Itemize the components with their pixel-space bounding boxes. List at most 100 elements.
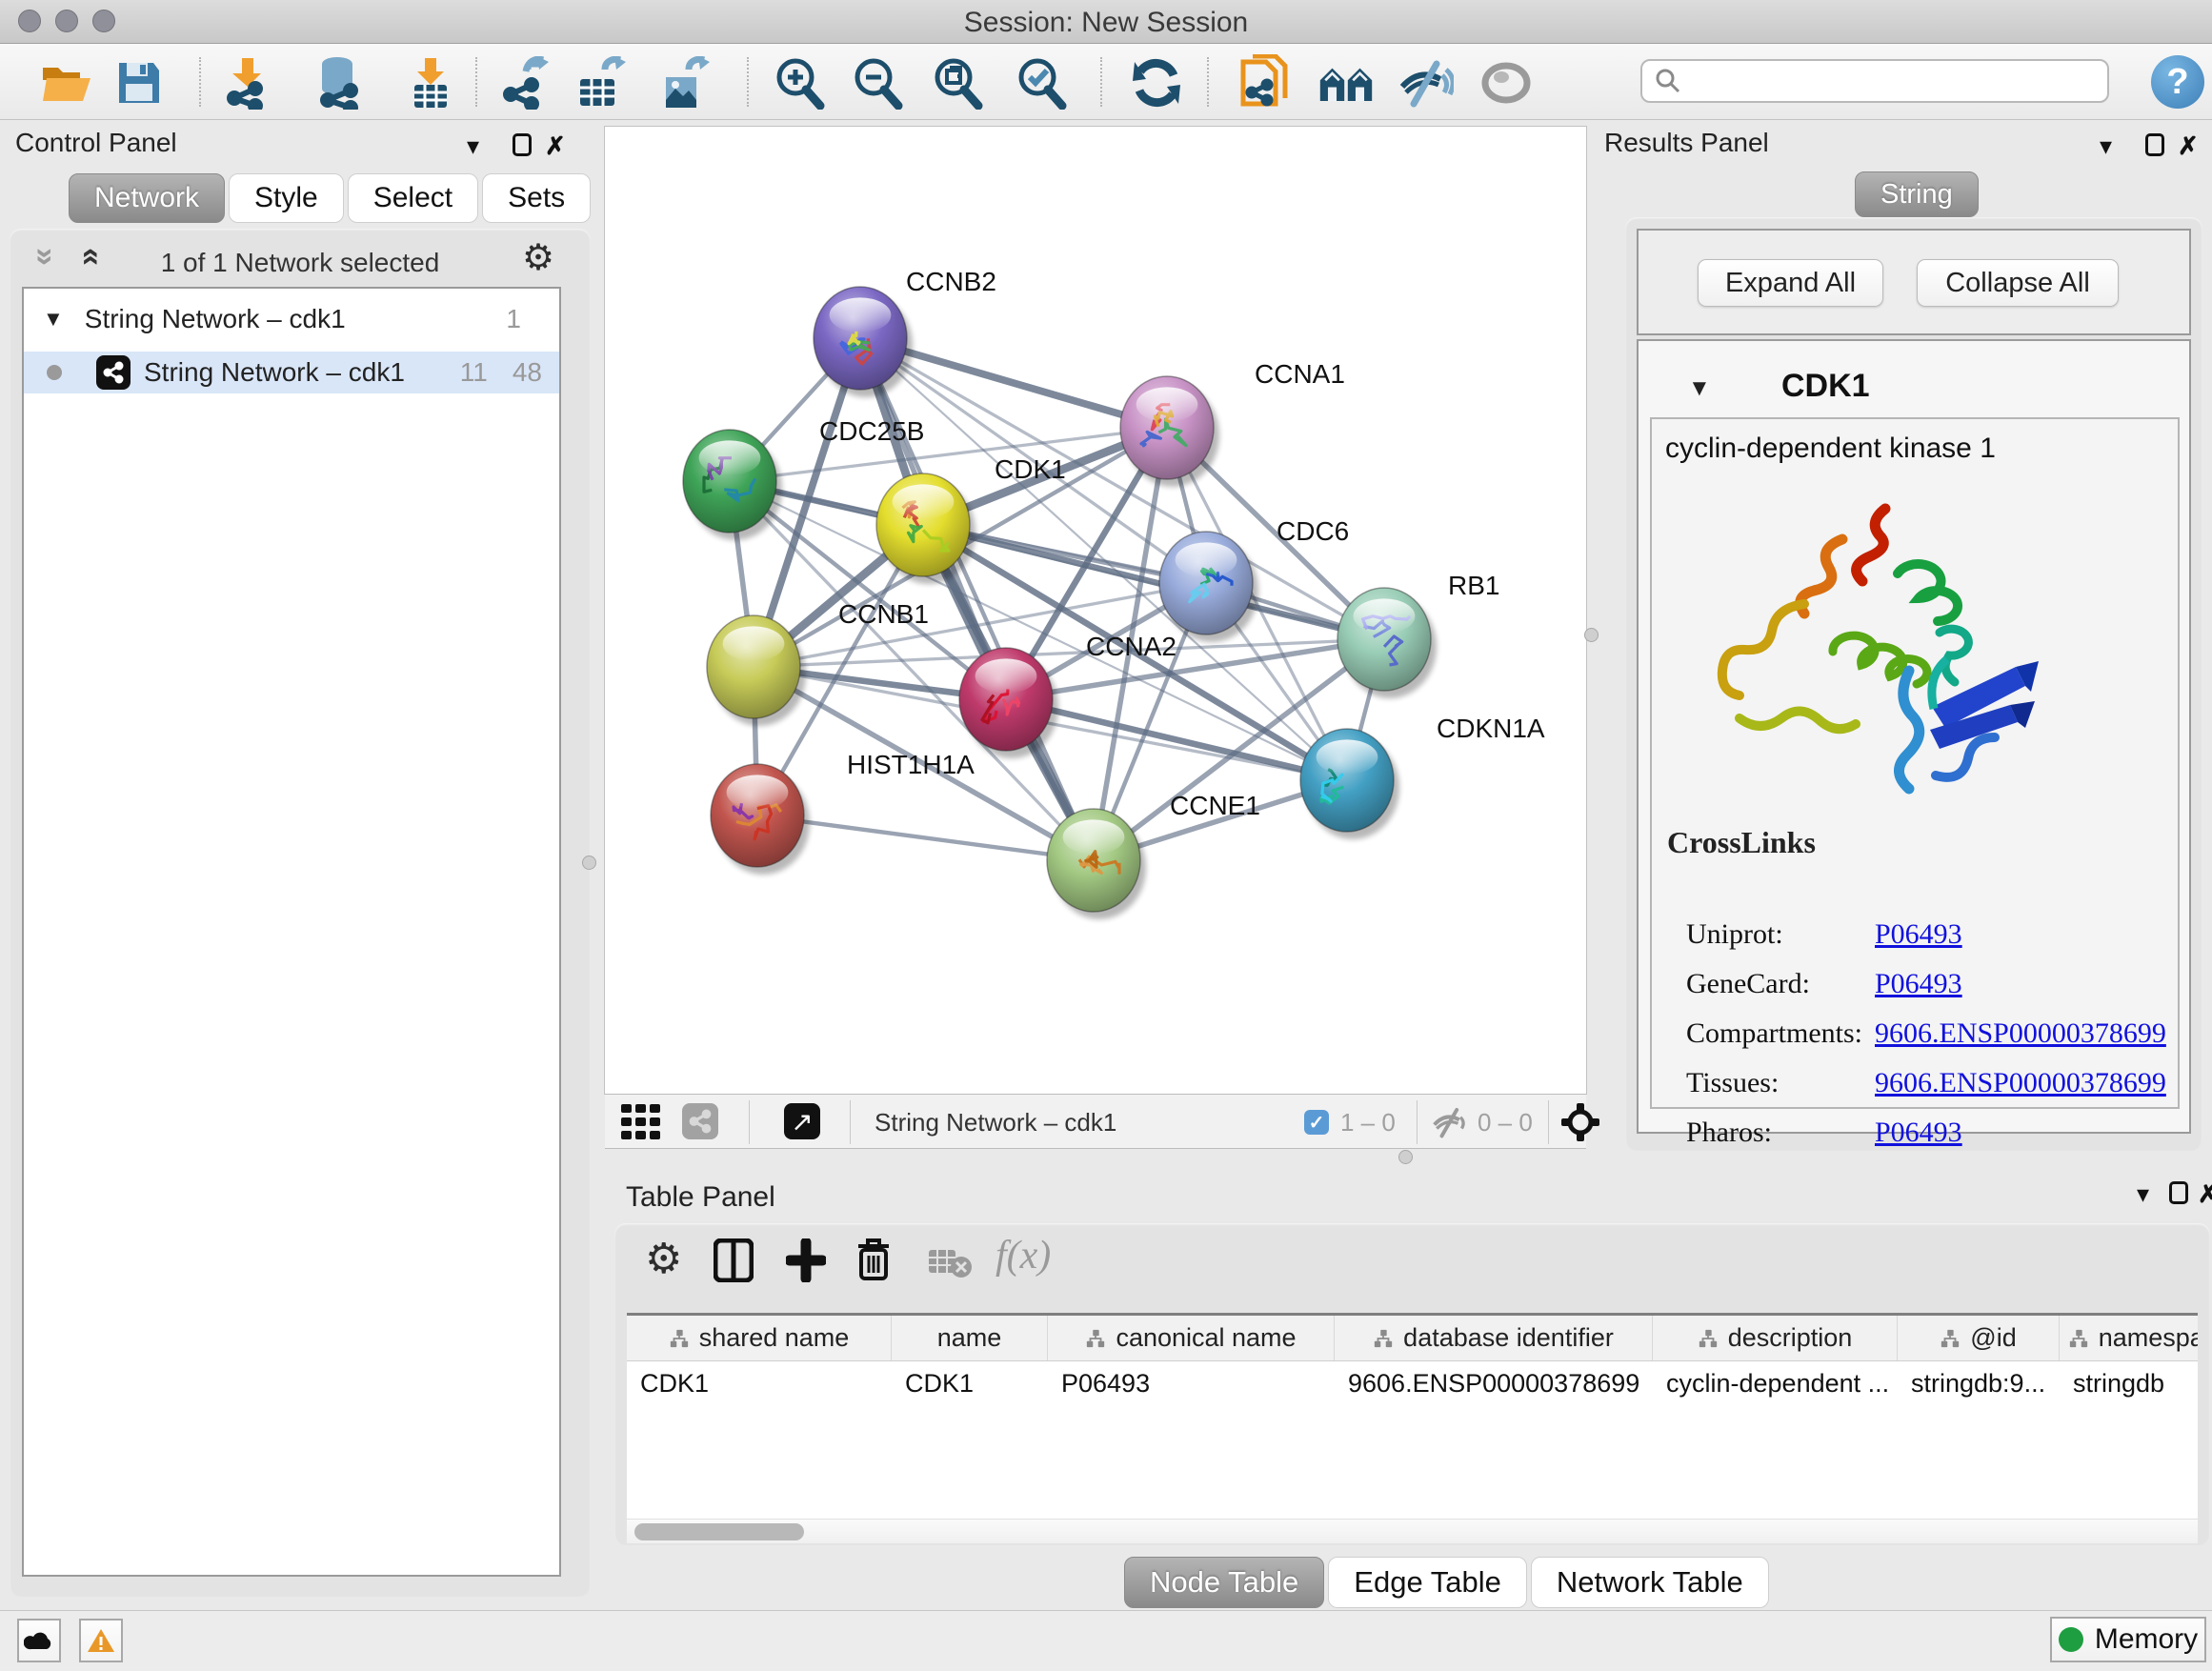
column-header-database-identifier[interactable]: database identifier — [1335, 1316, 1653, 1360]
export-table-icon[interactable] — [573, 55, 629, 111]
table-cell[interactable]: CDK1 — [892, 1361, 1048, 1405]
import-network-database-icon[interactable] — [312, 55, 367, 111]
network-row-selected[interactable]: String Network – cdk1 11 48 — [24, 352, 559, 393]
gene-details: cyclin-dependent kinase 1 — [1650, 417, 2180, 1109]
expand-all-button[interactable]: Expand All — [1698, 259, 1883, 307]
tab-string[interactable]: String — [1855, 171, 1979, 217]
collection-label: String Network – cdk1 — [85, 304, 346, 334]
node-label-CDC25B: CDC25B — [819, 416, 924, 446]
table-panel-menu-icon[interactable]: ▾ — [2137, 1179, 2149, 1209]
results-panel-close-icon[interactable]: ✗ — [2178, 131, 2199, 161]
table-horizontal-scrollbar[interactable] — [627, 1519, 2198, 1543]
memory-button[interactable]: Memory — [2050, 1617, 2206, 1662]
crosslink-link[interactable]: 9606.ENSP00000378699 — [1875, 1017, 2166, 1050]
column-header-namespace[interactable]: namespace — [2060, 1316, 2198, 1360]
import-network-file-icon[interactable] — [220, 55, 275, 111]
vertical-splitter-handle-left[interactable] — [582, 856, 596, 870]
node-CDKN1A[interactable]: CDKN1A — [1300, 714, 1545, 839]
open-session-icon[interactable] — [39, 55, 94, 111]
table-panel-close-icon[interactable]: ✗ — [2198, 1179, 2212, 1209]
network-list: ▼ String Network – cdk1 1 String Network… — [22, 287, 561, 1577]
collection-expand-icon[interactable]: ▼ — [43, 307, 64, 332]
delete-column-icon[interactable] — [855, 1237, 893, 1287]
control-panel-menu-icon[interactable]: ▾ — [467, 131, 479, 161]
refresh-icon[interactable] — [1129, 55, 1184, 111]
document-share-icon[interactable] — [1237, 55, 1292, 111]
node-HIST1H1A[interactable]: HIST1H1A — [711, 750, 975, 875]
tab-network-table[interactable]: Network Table — [1531, 1557, 1769, 1608]
zoom-out-icon[interactable] — [850, 55, 905, 111]
zoom-selected-icon[interactable] — [1014, 55, 1069, 111]
search-field[interactable] — [1640, 59, 2109, 103]
tab-sets[interactable]: Sets — [482, 173, 591, 223]
column-header-name[interactable]: name — [892, 1316, 1048, 1360]
add-column-icon[interactable] — [786, 1238, 826, 1287]
network-collection-row[interactable]: ▼ String Network – cdk1 1 — [24, 298, 559, 340]
zoom-fit-icon[interactable] — [930, 55, 985, 111]
column-header-canonical-name[interactable]: canonical name — [1048, 1316, 1335, 1360]
node-RB1[interactable]: RB1 — [1337, 571, 1499, 698]
help-button[interactable]: ? — [2151, 55, 2204, 109]
table-row[interactable]: CDK1CDK1P064939606.ENSP00000378699cyclin… — [627, 1361, 2198, 1405]
network-view-canvas[interactable]: CCNB2CCNA1CDC25BCDK1CDC6RB1CCNB1CCNA2CDK… — [605, 127, 1586, 1094]
tab-network[interactable]: Network — [69, 173, 225, 223]
horizontal-splitter-handle[interactable] — [1398, 1150, 1413, 1164]
function-builder-icon: f(x) — [995, 1233, 1051, 1278]
node-CCNE1[interactable]: CCNE1 — [1047, 791, 1260, 919]
hidden-node-edge-counts: 0 – 0 — [1478, 1108, 1533, 1137]
table-cell[interactable]: 9606.ENSP00000378699 — [1335, 1361, 1653, 1405]
results-panel-float-icon[interactable] — [2145, 133, 2164, 156]
collapse-all-button[interactable]: Collapse All — [1917, 259, 2119, 307]
export-network-icon[interactable] — [496, 55, 552, 111]
string-results-container: Expand All Collapse All ▼ CDK1 cyclin-de… — [1625, 217, 2202, 1151]
control-panel-close-icon[interactable]: ✗ — [545, 131, 566, 161]
node-label-CCNB1: CCNB1 — [838, 599, 929, 629]
table-panel-float-icon[interactable] — [2169, 1181, 2188, 1204]
table-cell[interactable]: stringdb:9... — [1898, 1361, 2060, 1405]
show-columns-icon[interactable] — [714, 1238, 754, 1287]
network-options-gear-icon[interactable]: ⚙ — [522, 236, 554, 279]
save-session-icon[interactable] — [111, 55, 167, 111]
table-cell[interactable]: P06493 — [1048, 1361, 1335, 1405]
string-network-graph[interactable]: CCNB2CCNA1CDC25BCDK1CDC6RB1CCNB1CCNA2CDK… — [605, 127, 1586, 1094]
control-panel-float-icon[interactable] — [513, 133, 532, 156]
search-input[interactable] — [1690, 67, 2107, 96]
gene-description: cyclin-dependent kinase 1 — [1665, 433, 1996, 465]
birdseye-grid-icon[interactable] — [621, 1104, 663, 1145]
cloud-status-button[interactable] — [17, 1619, 61, 1662]
gene-collapse-icon[interactable]: ▼ — [1688, 375, 1711, 402]
table-cell[interactable]: cyclin-dependent ... — [1653, 1361, 1898, 1405]
import-table-file-icon[interactable] — [403, 55, 458, 111]
export-image-icon[interactable] — [657, 55, 713, 111]
table-cell[interactable]: CDK1 — [627, 1361, 892, 1405]
node-table[interactable]: shared namenamecanonical namedatabase id… — [627, 1313, 2198, 1519]
tab-edge-table[interactable]: Edge Table — [1328, 1557, 1527, 1608]
column-header-shared-name[interactable]: shared name — [627, 1316, 892, 1360]
network-label: String Network – cdk1 — [144, 357, 405, 388]
node-table-container: ⚙ f(x) shared namenamecanonical namedata… — [614, 1223, 2210, 1545]
hide-selected-eye-icon[interactable] — [1398, 55, 1454, 111]
results-panel-menu-icon[interactable]: ▾ — [2100, 131, 2112, 161]
crosslink-link[interactable]: P06493 — [1875, 968, 1962, 1000]
crosslink-link[interactable]: P06493 — [1875, 918, 1962, 951]
tab-select[interactable]: Select — [348, 173, 478, 223]
table-options-gear-icon[interactable]: ⚙ — [645, 1235, 682, 1283]
tab-node-table[interactable]: Node Table — [1124, 1557, 1324, 1608]
string-view-icon[interactable] — [682, 1103, 718, 1139]
table-cell[interactable]: stringdb — [2060, 1361, 2198, 1405]
crosslink-link[interactable]: P06493 — [1875, 1117, 1962, 1149]
tab-style[interactable]: Style — [229, 173, 344, 223]
status-bar: Memory — [0, 1610, 2212, 1671]
crosslink-link[interactable]: 9606.ENSP00000378699 — [1875, 1067, 2166, 1099]
open-in-window-icon[interactable]: ↗ — [784, 1103, 820, 1139]
houses-icon[interactable] — [1318, 55, 1374, 111]
scrollbar-thumb[interactable] — [634, 1523, 804, 1540]
node-CCNA1[interactable]: CCNA1 — [1120, 359, 1345, 487]
column-header--id[interactable]: @id — [1898, 1316, 2060, 1360]
column-header-description[interactable]: description — [1653, 1316, 1898, 1360]
zoom-in-icon[interactable] — [772, 55, 827, 111]
show-eye-icon[interactable] — [1478, 55, 1534, 111]
selected-checkbox-icon[interactable]: ✓ — [1304, 1110, 1329, 1135]
node-label-HIST1H1A: HIST1H1A — [847, 750, 975, 779]
warning-status-button[interactable] — [79, 1619, 123, 1662]
